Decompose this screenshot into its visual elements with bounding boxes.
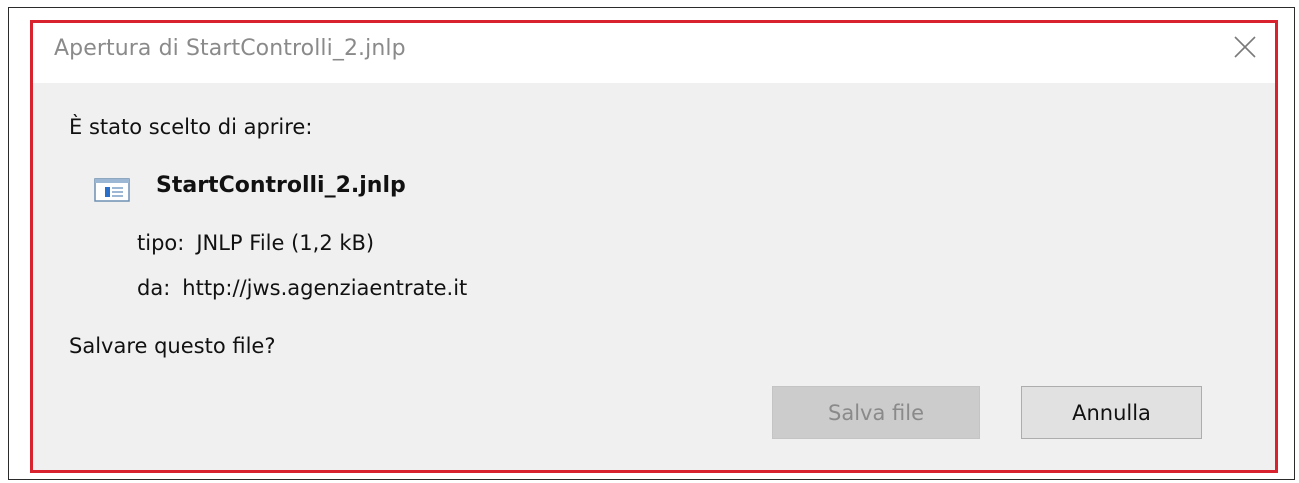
cancel-button[interactable]: Annulla xyxy=(1021,386,1202,439)
file-source-row: da: http://jws.agenziaentrate.it xyxy=(137,276,467,300)
file-source-label: da: xyxy=(137,276,171,300)
close-icon xyxy=(1234,36,1256,58)
intro-text: È stato scelto di aprire: xyxy=(69,115,313,139)
save-file-button[interactable]: Salva file xyxy=(772,386,980,439)
jnlp-file-icon xyxy=(94,178,130,202)
file-open-dialog: Apertura di StartControlli_2.jnlp È stat… xyxy=(30,20,1278,473)
dialog-title: Apertura di StartControlli_2.jnlp xyxy=(54,36,406,61)
file-type-value: JNLP File (1,2 kB) xyxy=(196,231,375,255)
close-button[interactable] xyxy=(1225,29,1265,69)
dialog-titlebar: Apertura di StartControlli_2.jnlp xyxy=(33,23,1275,83)
file-name: StartControlli_2.jnlp xyxy=(156,173,406,198)
file-type-label: tipo: xyxy=(137,231,185,255)
file-source-url: http://jws.agenziaentrate.it xyxy=(182,276,468,300)
save-question: Salvare questo file? xyxy=(69,334,276,358)
file-type-row: tipo: JNLP File (1,2 kB) xyxy=(137,231,374,255)
